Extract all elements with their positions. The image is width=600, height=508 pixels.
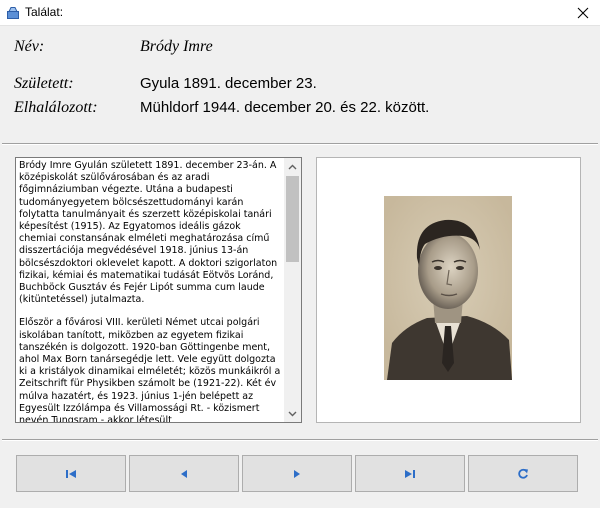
navigation-bar xyxy=(0,441,600,508)
next-record-button[interactable] xyxy=(242,455,352,492)
close-icon xyxy=(577,7,589,19)
last-record-button[interactable] xyxy=(355,455,465,492)
title-bar: Találat: xyxy=(0,0,600,26)
previous-record-button[interactable] xyxy=(129,455,239,492)
vertical-scrollbar[interactable] xyxy=(284,158,301,422)
died-value: Mühldorf 1944. december 20. és 22. közöt… xyxy=(140,99,430,116)
content-panel: Bródy Imre Gyulán született 1891. decemb… xyxy=(0,146,600,438)
biography-text: Bródy Imre Gyulán született 1891. decemb… xyxy=(16,158,284,422)
bio-paragraph-1: Bródy Imre Gyulán született 1891. decemb… xyxy=(19,160,278,306)
first-record-icon xyxy=(66,469,76,478)
window-title: Találat: xyxy=(25,5,64,19)
refresh-button[interactable] xyxy=(468,455,578,492)
born-value: Gyula 1891. december 23. xyxy=(140,75,317,92)
previous-record-icon xyxy=(181,469,187,478)
info-panel: Név: Bródy Imre Született: Gyula 1891. d… xyxy=(0,26,600,142)
scroll-down-button[interactable] xyxy=(284,405,301,422)
born-label: Született: xyxy=(14,75,74,92)
next-record-icon xyxy=(294,469,300,478)
died-label: Elhalálozott: xyxy=(14,99,98,116)
bio-paragraph-2: Először a fővárosi VIII. kerületi Német … xyxy=(19,317,281,422)
name-value: Bródy Imre xyxy=(140,38,213,55)
chevron-up-icon xyxy=(288,164,297,169)
last-record-icon xyxy=(405,469,415,478)
refresh-icon xyxy=(518,468,528,479)
name-label: Név: xyxy=(14,38,45,55)
close-button[interactable] xyxy=(566,0,600,26)
scrollbar-thumb[interactable] xyxy=(286,176,299,262)
chevron-down-icon xyxy=(288,411,297,416)
biography-textbox[interactable]: Bródy Imre Gyulán született 1891. decemb… xyxy=(15,157,302,423)
divider xyxy=(2,143,598,145)
first-record-button[interactable] xyxy=(16,455,126,492)
window-icon xyxy=(7,7,19,19)
scroll-up-button[interactable] xyxy=(284,158,301,175)
photo-frame xyxy=(316,157,581,423)
portrait-photo xyxy=(384,196,512,380)
